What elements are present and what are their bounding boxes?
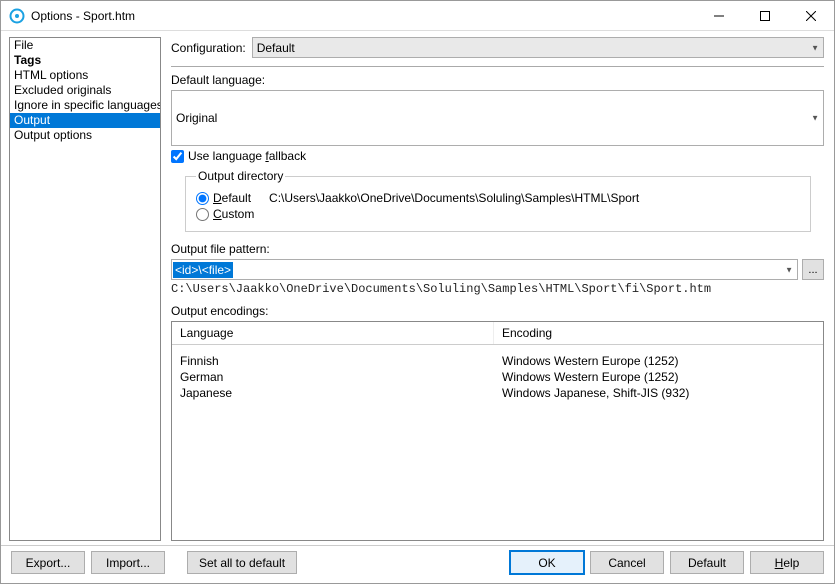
output-dir-default-path: C:\Users\Jaakko\OneDrive\Documents\Solul…	[269, 191, 639, 205]
footer-buttons: Export... Import... Set all to default O…	[1, 545, 834, 579]
table-row[interactable]: German Windows Western Europe (1252)	[180, 369, 815, 385]
chevron-down-icon: ▼	[811, 43, 819, 52]
export-button[interactable]: Export...	[11, 551, 85, 574]
table-row[interactable]: Finnish Windows Western Europe (1252)	[180, 353, 815, 369]
output-encodings-label: Output encodings:	[171, 304, 818, 318]
sidebar-item-output[interactable]: Output	[10, 113, 160, 128]
close-button[interactable]	[788, 1, 834, 31]
output-directory-group: Output directory Default C:\Users\Jaakko…	[185, 169, 811, 232]
ok-button[interactable]: OK	[510, 551, 584, 574]
output-pattern-combo[interactable]: <id>\<file> ▼	[171, 259, 798, 280]
column-language[interactable]: Language	[172, 322, 494, 344]
column-encoding[interactable]: Encoding	[494, 322, 823, 344]
output-dir-custom-radio[interactable]: Custom	[196, 207, 800, 221]
configuration-combo[interactable]: Default ▼	[252, 37, 824, 58]
window-title: Options - Sport.htm	[31, 9, 135, 23]
sidebar-item-excluded-originals[interactable]: Excluded originals	[10, 83, 160, 98]
output-directory-legend: Output directory	[196, 169, 285, 183]
table-row[interactable]: Japanese Windows Japanese, Shift-JIS (93…	[180, 385, 815, 401]
app-icon	[9, 8, 25, 24]
language-fallback-checkbox[interactable]: Use language fallback	[171, 149, 824, 163]
minimize-button[interactable]	[696, 1, 742, 31]
sidebar-item-ignore-languages[interactable]: Ignore in specific languages	[10, 98, 160, 113]
sidebar-item-output-options[interactable]: Output options	[10, 128, 160, 143]
output-pattern-value: <id>\<file>	[173, 262, 233, 278]
separator	[171, 66, 824, 67]
configuration-value: Default	[257, 41, 295, 55]
sidebar-item-file[interactable]: File	[10, 38, 160, 53]
category-sidebar[interactable]: File Tags HTML options Excluded original…	[9, 37, 161, 541]
chevron-down-icon: ▼	[811, 114, 819, 123]
sidebar-item-html-options[interactable]: HTML options	[10, 68, 160, 83]
main-panel: Configuration: Default ▼ Default languag…	[165, 31, 834, 545]
sidebar-item-tags[interactable]: Tags	[10, 53, 160, 68]
output-pattern-label: Output file pattern:	[171, 242, 818, 256]
chevron-down-icon: ▼	[785, 265, 793, 274]
table-header: Language Encoding	[172, 322, 823, 345]
output-dir-custom-input[interactable]	[196, 208, 209, 221]
cancel-button[interactable]: Cancel	[590, 551, 664, 574]
output-pattern-browse-button[interactable]: ...	[802, 259, 824, 280]
default-language-value: Original	[176, 111, 217, 125]
default-button[interactable]: Default	[670, 551, 744, 574]
language-fallback-input[interactable]	[171, 150, 184, 163]
language-fallback-label: Use language fallback	[188, 149, 306, 163]
default-language-combo[interactable]: Original ▼	[171, 90, 824, 146]
configuration-label: Configuration:	[171, 41, 246, 55]
output-pattern-resolved: C:\Users\Jaakko\OneDrive\Documents\Solul…	[171, 282, 824, 296]
titlebar: Options - Sport.htm	[1, 1, 834, 31]
help-button[interactable]: Help	[750, 551, 824, 574]
maximize-button[interactable]	[742, 1, 788, 31]
set-all-default-button[interactable]: Set all to default	[187, 551, 297, 574]
output-encodings-table[interactable]: Language Encoding Finnish Windows Wester…	[171, 321, 824, 541]
default-language-label: Default language:	[171, 73, 818, 87]
output-dir-default-radio[interactable]: Default C:\Users\Jaakko\OneDrive\Documen…	[196, 191, 800, 205]
output-dir-default-input[interactable]	[196, 192, 209, 205]
import-button[interactable]: Import...	[91, 551, 165, 574]
